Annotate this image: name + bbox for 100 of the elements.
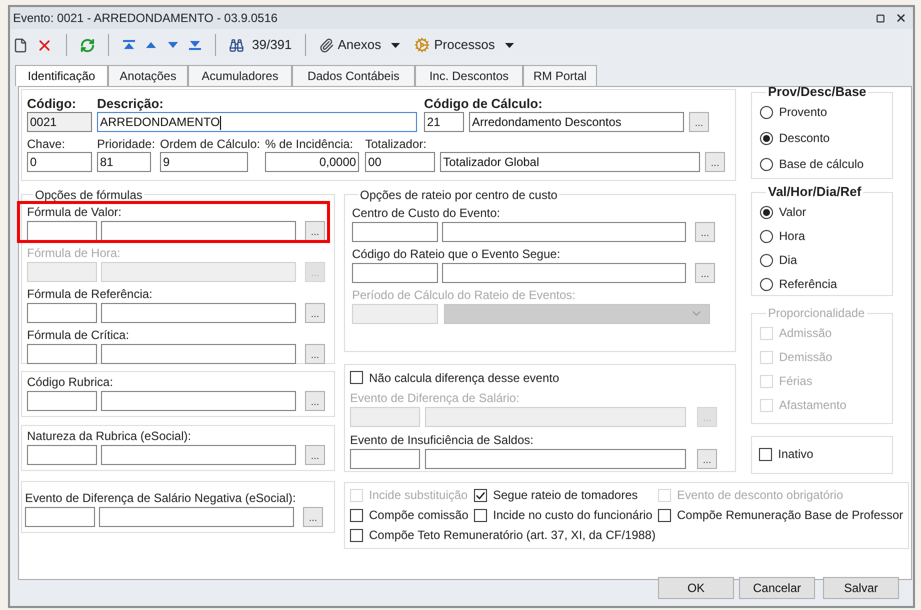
field-label: Totalizador: (365, 137, 426, 151)
restore-icon[interactable] (876, 14, 885, 22)
tab[interactable]: Dados Contábeis (292, 65, 415, 86)
input-field[interactable]: 9 (160, 152, 248, 172)
input-field[interactable]: 0 (27, 152, 92, 172)
checkbox[interactable] (350, 371, 363, 384)
lookup-button[interactable]: ... (705, 152, 726, 172)
input-field[interactable]: ARREDONDAMENTO (97, 112, 417, 132)
input-field[interactable]: 81 (97, 152, 151, 172)
radio-button[interactable] (760, 132, 773, 144)
input-field[interactable] (27, 390, 97, 410)
input-field[interactable] (442, 262, 686, 282)
input-field[interactable] (352, 222, 438, 242)
paperclip-icon (318, 38, 334, 52)
input-field[interactable]: 00 (365, 152, 436, 172)
input-field[interactable] (101, 444, 296, 464)
tab[interactable]: Anotações (108, 65, 188, 86)
toolbar-menu-button[interactable]: Anexos (318, 35, 400, 55)
toolbar-menu-button[interactable]: Processos (414, 35, 514, 55)
group-title: Proporcionalidade (767, 306, 866, 320)
input-field[interactable] (352, 262, 438, 282)
first-record-icon[interactable] (122, 39, 136, 51)
dropdown-field[interactable] (444, 304, 710, 324)
checkbox-label: Segue rateio de tomadores (493, 488, 638, 502)
radio-button[interactable] (760, 254, 773, 266)
group-title: Val/Hor/Dia/Ref (767, 185, 862, 199)
field-label: Chave: (27, 137, 66, 151)
input-field[interactable] (99, 506, 294, 526)
close-icon[interactable] (895, 12, 907, 24)
input-field[interactable] (101, 302, 296, 322)
checkbox[interactable] (759, 448, 772, 460)
lookup-button[interactable]: ... (695, 222, 715, 242)
tab[interactable]: Acumuladores (188, 65, 292, 86)
binoculars-icon[interactable] (229, 38, 244, 52)
lookup-button[interactable]: ... (303, 506, 323, 526)
lookup-button[interactable]: ... (695, 262, 715, 282)
input-field[interactable] (27, 344, 97, 364)
lookup-button[interactable]: ... (305, 220, 325, 240)
field-label: Período de Cálculo do Rateio de Eventos: (352, 288, 576, 302)
last-record-icon[interactable] (188, 39, 202, 51)
checkbox-label: Compõe Teto Remuneratório (art. 37, XI, da CF/1988) (369, 528, 656, 542)
radio-label: Desconto (779, 131, 830, 145)
checkbox[interactable] (658, 508, 671, 522)
radio-button[interactable] (760, 206, 773, 218)
input-field[interactable] (101, 390, 296, 410)
input-field[interactable]: Arredondamento Descontos (469, 112, 684, 132)
input-field[interactable] (101, 344, 296, 364)
dialog-button[interactable]: OK (658, 577, 734, 599)
field-label: % de Incidência: (265, 137, 354, 151)
lookup-button[interactable]: ... (305, 390, 325, 410)
input-field[interactable] (350, 448, 420, 468)
field-label: Código do Rateio que o Evento Segue: (352, 246, 560, 260)
checkbox-label: Demissão (779, 350, 832, 364)
field-label: Natureza da Rubrica (eSocial): (27, 428, 192, 442)
field-label: Evento de Insuficiência de Saldos: (350, 432, 534, 446)
refresh-icon[interactable] (80, 38, 95, 52)
checkbox-label: Inativo (778, 447, 814, 461)
input-field[interactable] (27, 302, 97, 322)
checkbox[interactable] (350, 528, 363, 542)
lookup-button[interactable]: ... (697, 448, 717, 468)
field-label: Fórmula de Referência: (27, 286, 152, 300)
input-field[interactable] (27, 444, 97, 464)
tab[interactable]: Identificação (15, 65, 108, 86)
field-label: Fórmula de Hora: (27, 246, 120, 260)
field-label: Prioridade: (97, 137, 156, 151)
radio-button[interactable] (760, 106, 773, 118)
lookup-button[interactable]: ... (305, 344, 325, 364)
input-field[interactable]: 21 (424, 112, 464, 132)
input-field[interactable]: 0021 (27, 112, 92, 132)
field-label: Evento de Diferença de Salário: (350, 390, 520, 404)
checkbox[interactable] (350, 508, 363, 522)
radio-button[interactable] (760, 230, 773, 242)
dialog-button[interactable]: Salvar (823, 577, 899, 599)
input-field[interactable] (25, 506, 95, 526)
input-field[interactable]: 0,0000 (265, 152, 360, 172)
field-label: Ordem de Cálculo: (160, 137, 260, 151)
input-field[interactable] (27, 220, 97, 240)
tab[interactable]: Inc. Descontos (415, 65, 523, 86)
dialog-button[interactable]: Cancelar (739, 577, 815, 599)
input-field[interactable] (101, 220, 296, 240)
radio-button[interactable] (760, 158, 773, 170)
radio-button[interactable] (760, 278, 773, 290)
checkbox[interactable] (474, 508, 487, 522)
field-label: Evento de Diferença de Salário Negativa (eSocial): (25, 490, 296, 504)
new-file-icon[interactable] (13, 38, 28, 52)
gear-icon (414, 37, 430, 53)
lookup-button[interactable]: ... (305, 444, 325, 464)
checkbox[interactable] (474, 488, 487, 502)
input-field[interactable] (425, 448, 686, 468)
lookup-button[interactable]: ... (305, 302, 325, 322)
checkbox-label: Não calcula diferença desse evento (369, 370, 560, 384)
lookup-button[interactable]: ... (689, 112, 709, 132)
field-label: Código de Cálculo: (424, 97, 542, 111)
radio-label: Hora (779, 229, 806, 243)
input-field[interactable] (442, 222, 686, 242)
checkbox-label: Afastamento (779, 398, 846, 412)
caret-icon (391, 42, 400, 48)
input-field[interactable]: Totalizador Global (440, 152, 700, 172)
tab[interactable]: RM Portal (523, 65, 597, 86)
checkbox-label: Férias (779, 374, 812, 388)
